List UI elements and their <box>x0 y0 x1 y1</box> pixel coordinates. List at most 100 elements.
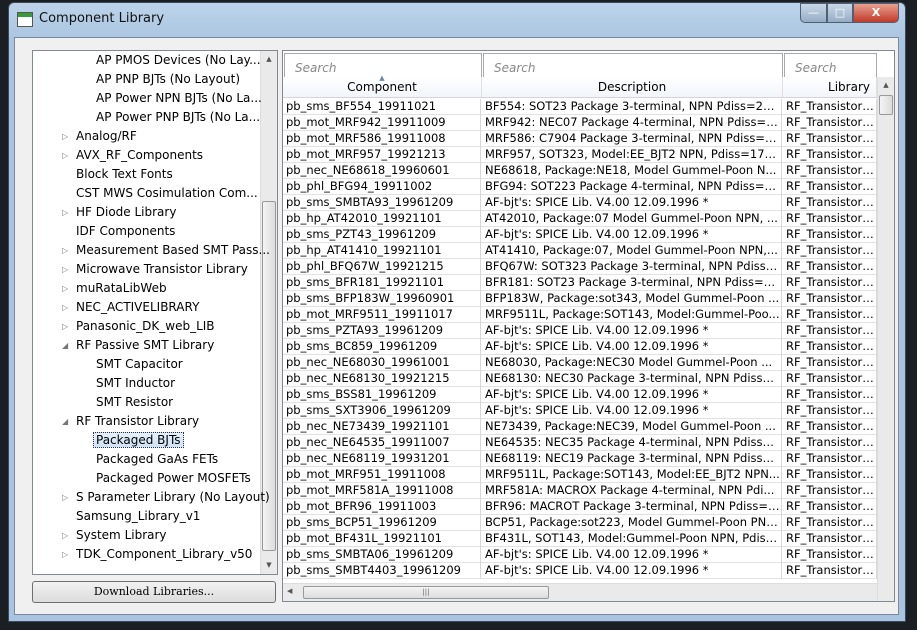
scroll-down-icon[interactable]: ▼ <box>261 557 277 574</box>
collapsed-arrow-icon[interactable]: ▷ <box>62 260 72 279</box>
library-cell: RF_Transistor_L... <box>783 147 877 163</box>
collapsed-arrow-icon[interactable]: ▷ <box>62 317 72 336</box>
table-row[interactable]: pb_sms_SMBTA93_19961209 AF-bjt's: SPICE L… <box>283 195 877 211</box>
collapsed-arrow-icon[interactable]: ▷ <box>62 146 72 165</box>
tree-item[interactable]: ◢ RF Transistor Library <box>62 412 199 431</box>
library-cell: RF_Transistor_L... <box>783 323 877 339</box>
table-row[interactable]: pb_mot_MRF957_19921213 MRF957, SOT323, Mo… <box>283 147 877 163</box>
tree-item[interactable]: AP PMOS Devices (No Lay... <box>96 51 261 70</box>
table-row[interactable]: pb_mot_BF431L_19921101 BF431L, SOT143, Mo… <box>283 531 877 547</box>
table-row[interactable]: pb_mot_MRF9511_19911017 MRF9511L, Package… <box>283 307 877 323</box>
tree-item[interactable]: AP Power NPN BJTs (No La... <box>96 89 262 108</box>
collapsed-arrow-icon[interactable]: ▷ <box>62 526 72 545</box>
expanded-arrow-icon[interactable]: ◢ <box>62 412 72 431</box>
tree-item[interactable]: ▷ System Library <box>62 526 167 545</box>
description-search-input[interactable]: Search <box>483 53 783 77</box>
tree-item[interactable]: Packaged Power MOSFETs <box>96 469 251 488</box>
table-row[interactable]: pb_sms_SMBT4403_19961209 AF-bjt's: SPICE … <box>283 563 877 579</box>
tree-item[interactable]: AP Power PNP BJTs (No La... <box>96 108 260 127</box>
tree-item[interactable]: AP PNP BJTs (No Layout) <box>96 70 240 89</box>
component-cell: pb_sms_BCP51_19961209 <box>283 515 481 531</box>
table-row[interactable]: pb_sms_BFP183W_19960901 BFP183W, Package:… <box>283 291 877 307</box>
close-button[interactable]: X <box>853 3 899 23</box>
table-row[interactable]: pb_mot_BFR96_19911003 BFR96: MACROT Packa… <box>283 499 877 515</box>
table-row[interactable]: pb_sms_PZTA93_19961209 AF-bjt's: SPICE Li… <box>283 323 877 339</box>
description-cell: AF-bjt's: SPICE Lib. V4.00 12.09.1996 * <box>482 323 782 339</box>
tree-item[interactable]: Packaged GaAs FETs <box>96 450 218 469</box>
tree-item[interactable]: ▷ Measurement Based SMT Pass... <box>62 241 270 260</box>
component-cell: pb_mot_MRF951_19911008 <box>283 467 481 483</box>
table-row[interactable]: pb_mot_MRF942_19911009 MRF942: NEC07 Pack… <box>283 115 877 131</box>
tree-item[interactable]: SMT Capacitor <box>96 355 183 374</box>
tree-item[interactable]: Samsung_Library_v1 <box>76 507 200 526</box>
minimize-button[interactable]: — <box>800 3 827 23</box>
tree-item[interactable]: ▷ Analog/RF <box>62 127 137 146</box>
description-cell: MRF957, SOT323, Model:EE_BJT2 NPN, Pdiss… <box>482 147 782 163</box>
library-cell: RF_Transistor_L... <box>783 531 877 547</box>
column-header-component[interactable]: ▲ Component <box>283 74 482 98</box>
tree-item[interactable]: ▷ muRataLibWeb <box>62 279 167 298</box>
collapsed-arrow-icon[interactable]: ▷ <box>62 127 72 146</box>
tree-item-label: AVX_RF_Components <box>76 148 204 162</box>
table-row[interactable]: pb_sms_BCP51_19961209 BCP51, Package:sot2… <box>283 515 877 531</box>
description-cell: AF-bjt's: SPICE Lib. V4.00 12.09.1996 * <box>482 195 782 211</box>
tree-item[interactable]: SMT Inductor <box>96 374 175 393</box>
table-row[interactable]: pb_sms_BSS81_19961209 AF-bjt's: SPICE Lib… <box>283 387 877 403</box>
component-cell: pb_nec_NE68130_19921215 <box>283 371 481 387</box>
table-row[interactable]: pb_hp_AT42010_19921101 AT42010, Package:0… <box>283 211 877 227</box>
table-row[interactable]: pb_phl_BFQ67W_19921215 BFQ67W: SOT323 Pac… <box>283 259 877 275</box>
table-row[interactable]: pb_sms_BC859_19961209 AF-bjt's: SPICE Lib… <box>283 339 877 355</box>
scroll-left-icon[interactable]: ◀ <box>287 587 292 595</box>
tree-item[interactable]: ▷ Microwave Transistor Library <box>62 260 248 279</box>
collapsed-arrow-icon[interactable]: ▷ <box>62 241 72 260</box>
table-row[interactable]: pb_nec_NE68119_19931201 NE68119: NEC19 Pa… <box>283 451 877 467</box>
download-libraries-button[interactable]: Download Libraries... <box>32 581 276 603</box>
tree-item[interactable]: IDF Components <box>76 222 175 241</box>
scroll-up-icon[interactable]: ▲ <box>878 77 894 94</box>
scroll-thumb[interactable]: ||| <box>303 586 549 599</box>
table-row[interactable]: pb_sms_BFR181_19921101 BFR181: SOT23 Pack… <box>283 275 877 291</box>
table-row[interactable]: pb_mot_MRF581A_19911008 MRF581A: MACROX P… <box>283 483 877 499</box>
tree-item[interactable]: ▷ HF Diode Library <box>62 203 176 222</box>
table-row[interactable]: pb_sms_SMBTA06_19961209 AF-bjt's: SPICE L… <box>283 547 877 563</box>
tree-item[interactable]: ▷ S Parameter Library (No Layout) <box>62 488 270 507</box>
expanded-arrow-icon[interactable]: ◢ <box>62 336 72 355</box>
scroll-thumb[interactable] <box>879 95 893 115</box>
table-horizontal-scrollbar[interactable]: ◀ ||| <box>283 583 877 601</box>
tree-item[interactable]: Block Text Fonts <box>76 165 173 184</box>
tree-item[interactable]: ▷ NEC_ACTIVELIBRARY <box>62 298 199 317</box>
table-row[interactable]: pb_nec_NE64535_19911007 NE64535: NEC35 Pa… <box>283 435 877 451</box>
table-row[interactable]: pb_nec_NE68030_19961001 NE68030, Package:… <box>283 355 877 371</box>
collapsed-arrow-icon[interactable]: ▷ <box>62 203 72 222</box>
maximize-button[interactable]: □ <box>827 3 853 23</box>
tree-item[interactable]: ▷ TDK_Component_Library_v50 <box>62 545 252 564</box>
column-header-library[interactable]: Library <box>783 77 877 98</box>
table-row[interactable]: pb_sms_BF554_19911021 BF554: SOT23 Packag… <box>283 99 877 115</box>
table-vertical-scrollbar[interactable]: ▲ <box>877 77 894 601</box>
tree-item-label: Panasonic_DK_web_LIB <box>76 319 215 333</box>
table-row[interactable]: pb_hp_AT41410_19921101 AT41410, Package:0… <box>283 243 877 259</box>
table-row[interactable]: pb_mot_MRF586_19911008 MRF586: C7904 Pack… <box>283 131 877 147</box>
column-header-description[interactable]: Description <box>482 77 783 98</box>
table-row[interactable]: pb_phl_BFG94_19911002 BFG94: SOT223 Packa… <box>283 179 877 195</box>
tree-item[interactable]: Packaged BJTs <box>93 431 184 450</box>
tree-item[interactable]: CST MWS Cosimulation Com... <box>76 184 258 203</box>
table-row[interactable]: pb_sms_SXT3906_19961209 AF-bjt's: SPICE L… <box>283 403 877 419</box>
tree-item[interactable]: ▷ Panasonic_DK_web_LIB <box>62 317 215 336</box>
table-row[interactable]: pb_nec_NE68618_19960601 NE68618, Package:… <box>283 163 877 179</box>
table-row[interactable]: pb_nec_NE68130_19921215 NE68130: NEC30 Pa… <box>283 371 877 387</box>
scroll-up-icon[interactable]: ▲ <box>261 51 277 68</box>
library-cell: RF_Transistor_L... <box>783 403 877 419</box>
tree-item[interactable]: SMT Resistor <box>96 393 173 412</box>
tree-item[interactable]: ◢ RF Passive SMT Library <box>62 336 214 355</box>
collapsed-arrow-icon[interactable]: ▷ <box>62 279 72 298</box>
library-cell: RF_Transistor_L... <box>783 339 877 355</box>
collapsed-arrow-icon[interactable]: ▷ <box>62 298 72 317</box>
table-row[interactable]: pb_sms_PZT43_19961209 AF-bjt's: SPICE Lib… <box>283 227 877 243</box>
library-search-input[interactable]: Search <box>784 53 877 77</box>
tree-item[interactable]: ▷ AVX_RF_Components <box>62 146 204 165</box>
table-row[interactable]: pb_nec_NE73439_19921101 NE73439, Package:… <box>283 419 877 435</box>
collapsed-arrow-icon[interactable]: ▷ <box>62 545 72 564</box>
collapsed-arrow-icon[interactable]: ▷ <box>62 488 72 507</box>
table-row[interactable]: pb_mot_MRF951_19911008 MRF9511L, Package:… <box>283 467 877 483</box>
